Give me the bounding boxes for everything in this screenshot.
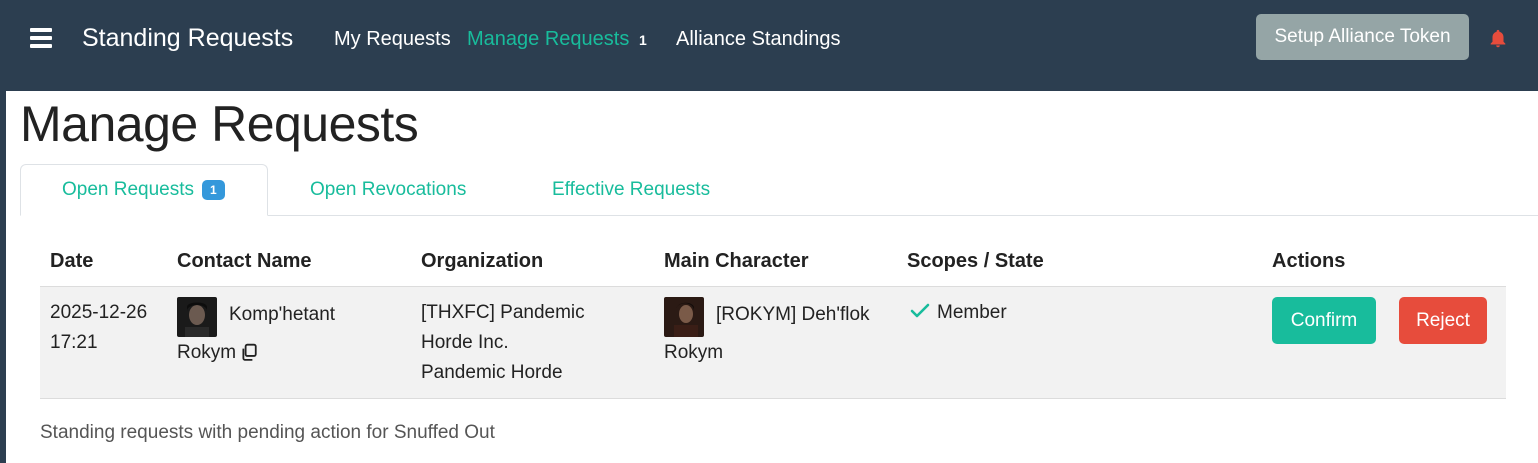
request-date-day: 2025-12-26 (50, 302, 148, 323)
nav-manage-requests-count: 1 (639, 32, 647, 48)
tab-effective-requests[interactable]: Effective Requests (552, 164, 710, 216)
column-header-date: Date (50, 250, 94, 272)
reject-button[interactable]: Reject (1399, 297, 1487, 344)
open-requests-count-badge: 1 (202, 180, 225, 200)
main-character-name-second: Rokym (664, 342, 724, 363)
nav-manage-requests[interactable]: Manage Requests (467, 28, 629, 51)
hamburger-menu-icon[interactable] (30, 28, 52, 48)
brand-title[interactable]: Standing Requests (82, 24, 293, 53)
main-character-avatar (664, 297, 704, 337)
organization: [THXFC] Pandemic Horde Inc. Pandemic Hor… (421, 298, 585, 388)
organization-line-2: Horde Inc. (421, 332, 509, 353)
request-date: 2025-12-26 17:21 (50, 298, 147, 358)
main-content: Manage Requests Open Requests 1 Open Rev… (6, 91, 1538, 463)
column-header-scopes-state: Scopes / State (907, 250, 1044, 272)
contact-name-rest: Rokym (177, 342, 237, 363)
tab-open-requests[interactable]: Open Requests 1 (20, 164, 268, 216)
organization-line-1: [THXFC] Pandemic (421, 302, 585, 323)
table-caption: Standing requests with pending action fo… (40, 422, 495, 443)
contact-name-first: Komp'hetant (229, 304, 336, 325)
nav-my-requests[interactable]: My Requests (334, 28, 451, 51)
column-header-organization: Organization (421, 250, 544, 272)
setup-alliance-token-button[interactable]: Setup Alliance Token (1256, 14, 1469, 60)
page-title: Manage Requests (20, 96, 419, 152)
check-icon (910, 303, 930, 318)
nav-alliance-standings[interactable]: Alliance Standings (676, 28, 841, 51)
state-label: Member (937, 302, 1007, 323)
main-character-name-first: [ROKYM] Deh'flok (716, 304, 870, 325)
tab-label: Open Requests (62, 179, 195, 200)
contact-avatar (177, 297, 217, 337)
organization-line-3: Pandemic Horde (421, 362, 563, 383)
column-header-actions: Actions (1272, 250, 1346, 272)
bell-icon[interactable] (1487, 27, 1509, 51)
tab-open-revocations[interactable]: Open Revocations (310, 164, 466, 216)
top-navbar: Standing Requests My Requests Manage Req… (0, 0, 1538, 91)
column-header-contact-name: Contact Name (177, 250, 312, 272)
confirm-button[interactable]: Confirm (1272, 297, 1376, 344)
column-header-main-character: Main Character (664, 250, 809, 272)
request-date-time: 17:21 (50, 332, 98, 353)
copy-icon[interactable] (240, 343, 258, 361)
contact-name-second: Rokym (177, 338, 258, 368)
